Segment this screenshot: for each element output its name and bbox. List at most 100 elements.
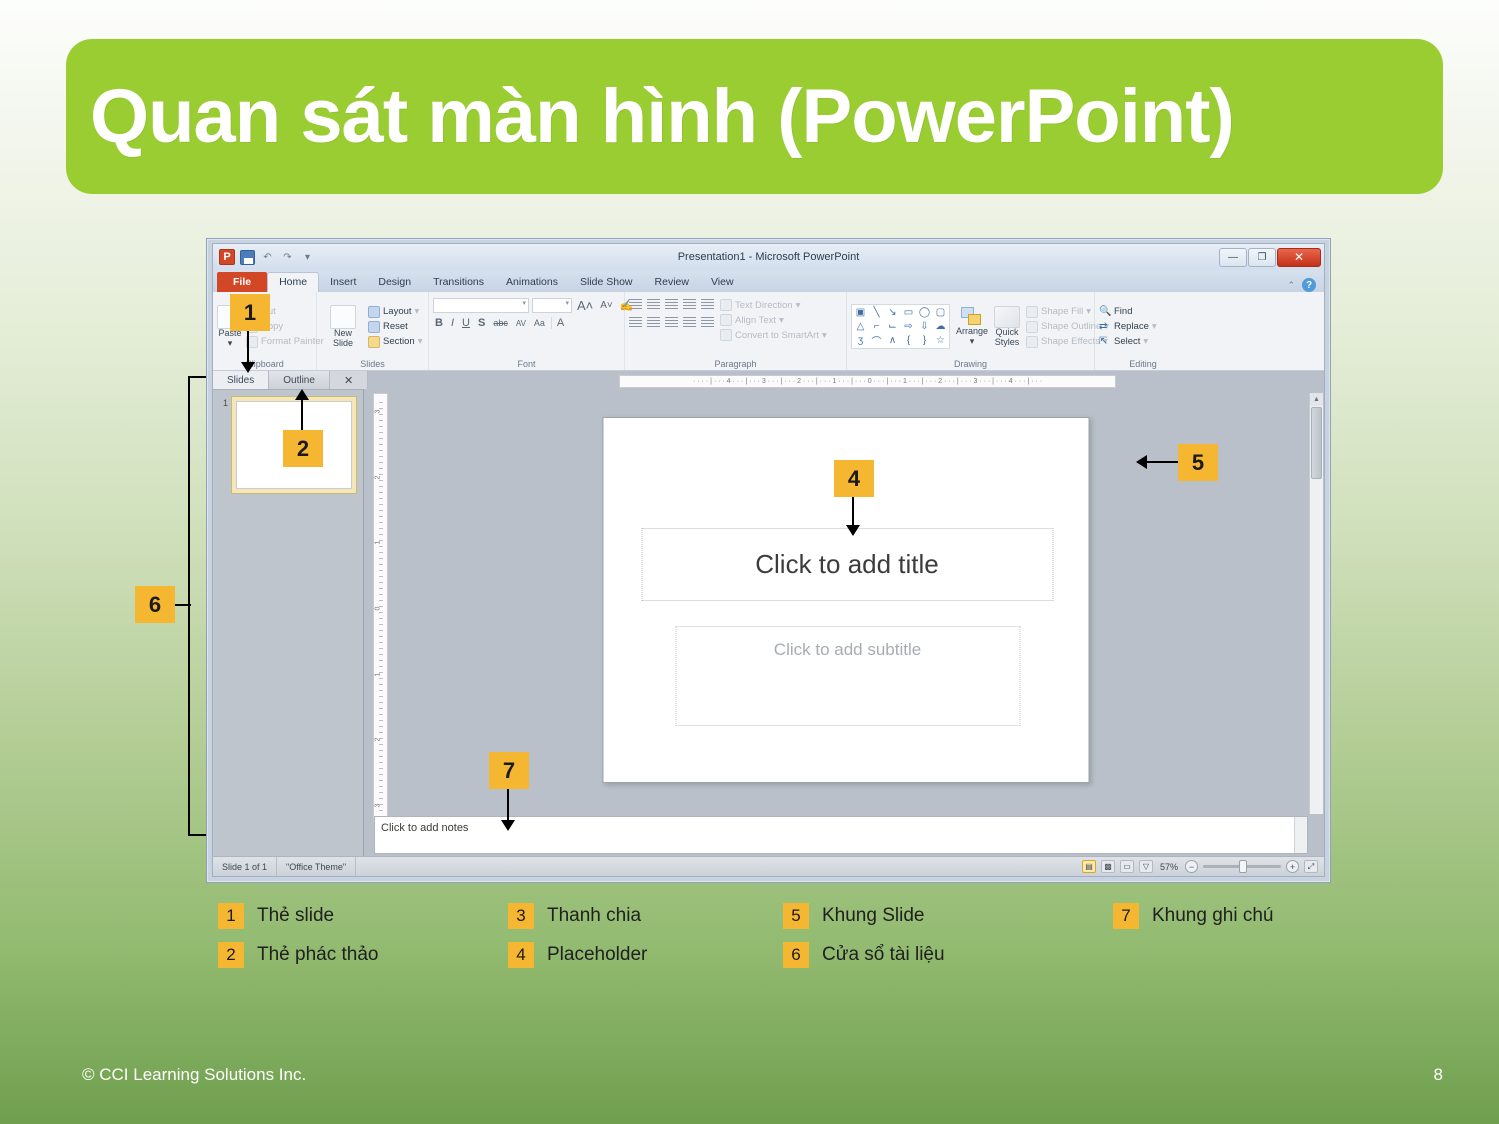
shape-textbox-icon[interactable]: ▣ [853, 306, 868, 319]
format-painter-button[interactable]: Format Painter [246, 335, 324, 348]
new-slide-button[interactable]: New Slide [321, 305, 365, 348]
text-direction-button[interactable]: Text Direction ▾ [720, 299, 827, 311]
align-right-icon[interactable] [665, 317, 678, 329]
columns-icon[interactable] [701, 317, 714, 329]
tab-slide-show[interactable]: Slide Show [569, 273, 644, 292]
zoom-slider[interactable] [1203, 860, 1281, 873]
shape-right-arrow-icon[interactable]: ⇨ [901, 320, 916, 333]
zoom-percent-label[interactable]: 57% [1158, 862, 1180, 872]
convert-to-smartart-button[interactable]: Convert to SmartArt ▾ [720, 329, 827, 341]
text-direction-dropdown-icon[interactable]: ▾ [796, 300, 801, 311]
customize-qat-icon[interactable]: ▾ [300, 250, 315, 265]
zoom-in-button[interactable]: + [1286, 860, 1299, 873]
undo-icon[interactable]: ↶ [260, 250, 275, 265]
shape-arrow-icon[interactable]: ↘ [885, 306, 900, 319]
replace-button[interactable]: ⇄ Replace ▾ [1099, 321, 1157, 332]
slide-pane[interactable]: Click to add title Click to add subtitle [389, 393, 1308, 814]
fit-slide-to-window-icon[interactable]: ⤢ [1304, 860, 1318, 873]
shape-fill-dropdown-icon[interactable]: ▾ [1086, 306, 1091, 317]
shape-arc-icon[interactable]: ∧ [885, 334, 900, 347]
shape-elbow-arrow-icon[interactable]: ⌙ [885, 320, 900, 333]
font-name-input[interactable] [433, 298, 529, 313]
increase-indent-icon[interactable] [683, 299, 696, 311]
bullets-icon[interactable] [629, 299, 642, 311]
shape-elbow-connector-icon[interactable]: ⌐ [869, 320, 884, 333]
change-case-button[interactable]: Aa [532, 318, 547, 328]
ribbon-tab-strip[interactable]: File Home Insert Design Transitions Anim… [213, 270, 1324, 292]
shape-right-brace-icon[interactable]: } [917, 334, 932, 347]
arrange-button[interactable]: Arrange ▾ [956, 307, 988, 346]
grow-font-icon[interactable]: A˄ [575, 298, 595, 313]
reading-view-icon[interactable]: ▭ [1119, 860, 1134, 873]
strikethrough-button[interactable]: abc [491, 318, 510, 328]
quick-styles-button[interactable]: Quick Styles [994, 306, 1021, 347]
ribbon-help-row[interactable]: ⌃ ? [1287, 278, 1324, 292]
paste-dropdown-icon[interactable]: ▾ [228, 338, 233, 348]
section-dropdown-icon[interactable]: ▾ [418, 336, 423, 347]
tab-home[interactable]: Home [267, 272, 320, 292]
shape-down-arrow-icon[interactable]: ⇩ [917, 320, 932, 333]
text-shadow-button[interactable]: S [476, 317, 487, 329]
shape-cloud-icon[interactable]: ☁ [933, 320, 948, 333]
line-spacing-icon[interactable] [701, 299, 714, 311]
font-color-button[interactable]: A [550, 317, 566, 329]
underline-button[interactable]: U [460, 317, 472, 329]
select-dropdown-icon[interactable]: ▾ [1143, 336, 1148, 347]
title-placeholder[interactable]: Click to add title [641, 528, 1053, 601]
shapes-gallery[interactable]: ▣ ╲ ↘ ▭ ◯ ▢ △ ⌐ ⌙ ⇨ ⇩ ☁ ʒ ⌒ ∧ {} ☆ [851, 304, 950, 349]
select-button[interactable]: ⇱ Select ▾ [1099, 336, 1157, 347]
collapse-ribbon-icon[interactable]: ⌃ [1287, 280, 1295, 291]
tab-design[interactable]: Design [367, 273, 422, 292]
section-button[interactable]: Section ▾ [368, 335, 423, 348]
font-size-input[interactable] [532, 298, 572, 313]
tab-transitions[interactable]: Transitions [422, 273, 495, 292]
shape-rounded-rect-icon[interactable]: ▢ [933, 306, 948, 319]
redo-icon[interactable]: ↷ [280, 250, 295, 265]
shape-left-brace-icon[interactable]: { [901, 334, 916, 347]
save-icon[interactable] [240, 249, 255, 265]
help-icon[interactable]: ? [1302, 278, 1316, 292]
arrange-dropdown-icon[interactable]: ▾ [970, 336, 975, 346]
maximize-button[interactable]: ❐ [1248, 247, 1276, 267]
align-text-button[interactable]: Align Text ▾ [720, 314, 827, 326]
shape-star-icon[interactable]: ☆ [933, 334, 948, 347]
notes-scrollbar[interactable] [1294, 817, 1307, 853]
smartart-dropdown-icon[interactable]: ▾ [822, 330, 827, 341]
shape-freeform-icon[interactable]: ʒ [853, 334, 868, 347]
shape-triangle-icon[interactable]: △ [853, 320, 868, 333]
tab-view[interactable]: View [700, 273, 745, 292]
window-controls[interactable]: — ❐ ✕ [1219, 247, 1324, 267]
align-text-dropdown-icon[interactable]: ▾ [779, 315, 784, 326]
scroll-up-icon[interactable]: ▲ [1310, 393, 1323, 406]
shape-curve-icon[interactable]: ⌒ [869, 334, 884, 348]
slide-pane-scrollbar[interactable]: ▲ [1309, 393, 1323, 814]
justify-icon[interactable] [683, 317, 696, 329]
quick-access-toolbar[interactable]: P ↶ ↷ ▾ [213, 249, 315, 265]
panel-tab-strip[interactable]: Slides Outline ✕ [213, 371, 369, 390]
subtitle-placeholder[interactable]: Click to add subtitle [675, 626, 1020, 726]
scrollbar-thumb[interactable] [1311, 407, 1322, 479]
slide-sorter-icon[interactable]: ▩ [1100, 860, 1115, 873]
shrink-font-icon[interactable]: A˅ [598, 300, 615, 311]
tab-outline[interactable]: Outline [269, 371, 330, 389]
tab-slides[interactable]: Slides [213, 371, 270, 389]
tab-review[interactable]: Review [644, 273, 700, 292]
replace-dropdown-icon[interactable]: ▾ [1152, 321, 1157, 332]
italic-button[interactable]: I [449, 317, 456, 329]
minimize-button[interactable]: — [1219, 247, 1247, 267]
layout-button[interactable]: Layout ▾ [368, 305, 422, 318]
slide-show-icon[interactable]: ▽ [1138, 860, 1153, 873]
align-left-icon[interactable] [629, 317, 642, 329]
tab-animations[interactable]: Animations [495, 273, 569, 292]
zoom-slider-handle[interactable] [1239, 860, 1247, 873]
tab-insert[interactable]: Insert [319, 273, 367, 292]
numbering-icon[interactable] [647, 299, 660, 311]
tab-file[interactable]: File [217, 272, 268, 292]
zoom-out-button[interactable]: − [1185, 860, 1198, 873]
shape-oval-icon[interactable]: ◯ [917, 306, 932, 319]
shape-rectangle-icon[interactable]: ▭ [901, 306, 916, 319]
layout-dropdown-icon[interactable]: ▾ [415, 306, 420, 317]
close-panel-icon[interactable]: ✕ [329, 371, 369, 389]
shape-line-icon[interactable]: ╲ [869, 306, 884, 319]
close-button[interactable]: ✕ [1277, 247, 1321, 267]
